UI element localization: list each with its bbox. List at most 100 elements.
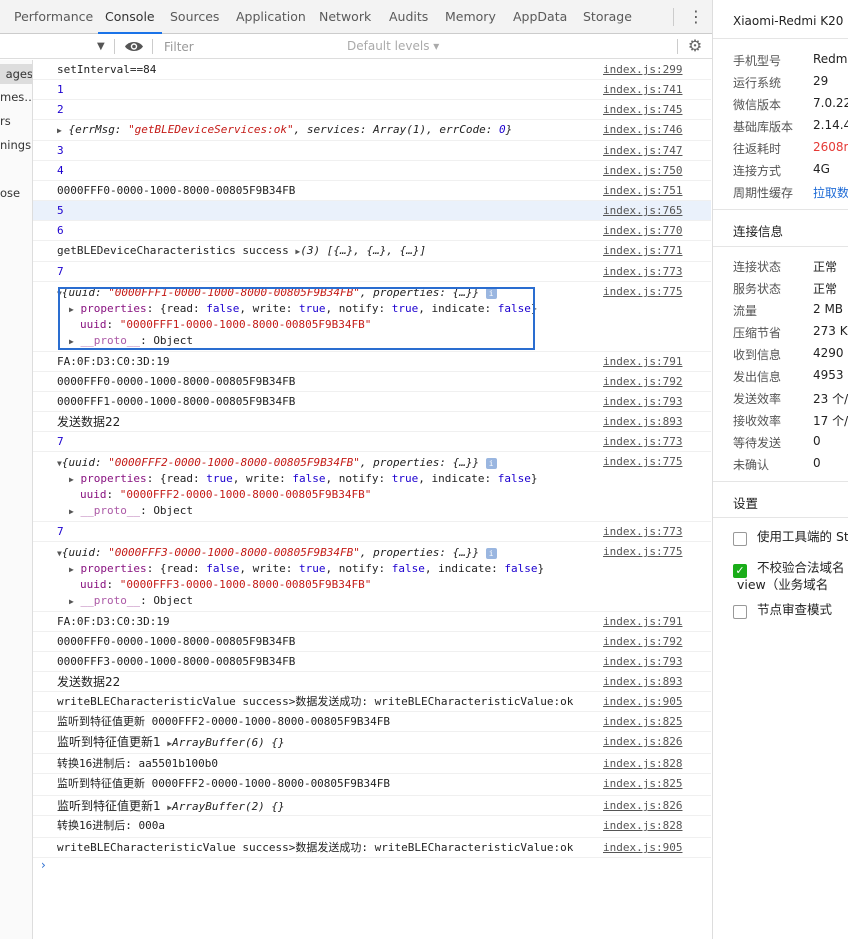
log-row: 0000FFF0-0000-1000-8000-00805F9B34FB ind… <box>33 632 711 652</box>
tab-network[interactable]: Network <box>319 0 371 34</box>
source-link[interactable]: index.js:792 <box>603 632 682 652</box>
source-link[interactable]: index.js:750 <box>603 161 682 181</box>
object-property-uuid: uuid: "0000FFF2-0000-1000-8000-00805F9B3… <box>80 488 372 501</box>
settings-title: 设置 <box>733 496 759 511</box>
tab-application[interactable]: Application <box>236 0 306 34</box>
log-row: 转换16进制后: 000a index.js:828 <box>33 816 711 838</box>
source-link[interactable]: index.js:773 <box>603 522 682 542</box>
gear-icon[interactable]: ⚙ <box>685 36 705 56</box>
context-dropdown-arrow-icon[interactable]: ▼ <box>97 34 105 59</box>
source-link[interactable]: index.js:775 <box>603 282 682 302</box>
log-message: 0000FFF0-0000-1000-8000-00805F9B34FB <box>57 375 296 388</box>
tab-storage[interactable]: Storage <box>583 0 632 34</box>
expand-arrow-icon[interactable]: ▶ <box>69 475 74 484</box>
expand-arrow-icon[interactable]: ▶ <box>69 597 74 606</box>
log-levels-dropdown[interactable]: Default levels ▾ <box>347 34 439 59</box>
log-row: 5 index.js:765 <box>33 201 711 221</box>
source-link[interactable]: index.js:770 <box>603 221 682 241</box>
source-link[interactable]: index.js:745 <box>603 100 682 120</box>
source-link[interactable]: index.js:905 <box>603 838 682 858</box>
devtools-tabbar: Performance Console Sources Application … <box>0 0 712 34</box>
source-link[interactable]: index.js:299 <box>603 60 682 80</box>
log-row: 0000FFF0-0000-1000-8000-00805F9B34FB ind… <box>33 372 711 392</box>
fetch-data-link[interactable]: 拉取数 <box>813 184 848 201</box>
tab-audits[interactable]: Audits <box>389 0 428 34</box>
source-link[interactable]: index.js:826 <box>603 796 682 816</box>
log-object[interactable]: ArrayBuffer(2) {} <box>172 800 285 813</box>
skip-domain-check-checkbox[interactable]: ✓ <box>733 564 747 578</box>
log-message: 0000FFF0-0000-1000-8000-00805F9B34FB <box>57 184 296 197</box>
info-icon: i <box>485 457 497 469</box>
source-link[interactable]: index.js:905 <box>603 692 682 712</box>
eye-icon[interactable] <box>124 40 144 53</box>
source-link[interactable]: index.js:741 <box>603 80 682 100</box>
console-prompt-icon[interactable]: › <box>41 858 46 872</box>
source-link[interactable]: index.js:825 <box>603 712 682 732</box>
node-inspect-mode-checkbox[interactable] <box>733 605 747 619</box>
source-link[interactable]: index.js:828 <box>603 816 682 836</box>
source-link[interactable]: index.js:793 <box>603 392 682 412</box>
source-link[interactable]: index.js:791 <box>603 612 682 632</box>
more-options-icon[interactable]: ⋮ <box>686 0 706 34</box>
source-link[interactable]: index.js:773 <box>603 432 682 452</box>
tab-performance[interactable]: Performance <box>14 0 93 34</box>
source-link[interactable]: index.js:893 <box>603 412 682 432</box>
filter-input[interactable] <box>160 37 340 56</box>
source-link[interactable]: index.js:746 <box>603 120 682 140</box>
log-row: 4 index.js:750 <box>33 161 711 181</box>
expand-arrow-icon[interactable]: ▶ <box>69 565 74 574</box>
log-row: 监听到特征值更新1 ▶ArrayBuffer(6) {} index.js:82… <box>33 732 711 754</box>
object-property-properties[interactable]: ▶ properties: {read: true, write: false,… <box>69 471 538 488</box>
expand-arrow-icon[interactable]: ▶ <box>57 126 62 135</box>
log-object-header[interactable]: ▼{uuid: "0000FFF2-0000-1000-8000-00805F9… <box>57 455 497 472</box>
log-row: 7 index.js:773 <box>33 262 711 282</box>
tab-appdata[interactable]: AppData <box>513 0 567 34</box>
log-object[interactable]: (3) [{…}, {…}, {…}] <box>300 244 426 257</box>
log-object-header[interactable]: ▼{uuid: "0000FFF3-0000-1000-8000-00805F9… <box>57 545 497 562</box>
source-link[interactable]: index.js:792 <box>603 372 682 392</box>
source-link[interactable]: index.js:825 <box>603 774 682 794</box>
sidebar-item-warnings[interactable]: nings <box>0 138 32 152</box>
source-link[interactable]: index.js:826 <box>603 732 682 752</box>
tab-memory[interactable]: Memory <box>445 0 496 34</box>
log-object[interactable]: ArrayBuffer(6) {} <box>172 736 285 749</box>
console-sidebar: ages mes… rs nings ose <box>0 60 33 939</box>
log-message: setInterval==84 <box>57 63 157 76</box>
object-property-proto[interactable]: ▶ __proto__: Object <box>69 503 193 520</box>
source-link[interactable]: index.js:751 <box>603 181 682 201</box>
source-link[interactable]: index.js:773 <box>603 262 682 282</box>
source-link[interactable]: index.js:828 <box>603 754 682 774</box>
tab-console[interactable]: Console <box>98 0 162 34</box>
log-message: 1 <box>57 83 64 96</box>
object-property-properties[interactable]: ▶ properties: {read: false, write: true,… <box>69 561 544 578</box>
source-link[interactable]: index.js:893 <box>603 672 682 692</box>
tab-sources[interactable]: Sources <box>170 0 219 34</box>
log-row: 0000FFF1-0000-1000-8000-00805F9B34FB ind… <box>33 392 711 412</box>
use-tool-storage-checkbox[interactable] <box>733 532 747 546</box>
expand-arrow-icon[interactable]: ▶ <box>69 507 74 516</box>
tab-divider <box>673 8 674 26</box>
source-link[interactable]: index.js:771 <box>603 241 682 261</box>
source-link[interactable]: index.js:775 <box>603 452 682 472</box>
sidebar-item-verbose[interactable]: ose <box>0 186 32 200</box>
sidebar-item-errors[interactable]: rs <box>0 114 32 128</box>
log-row: 发送数据22 index.js:893 <box>33 672 711 692</box>
log-message: 7 <box>57 435 64 448</box>
object-property-proto[interactable]: ▶ __proto__: Object <box>69 593 193 610</box>
source-link[interactable]: index.js:765 <box>603 201 682 221</box>
console-toolbar: ▼ Default levels ▾ ⚙ <box>0 34 712 59</box>
source-link[interactable]: index.js:793 <box>603 652 682 672</box>
log-message: 转换16进制后: 000a <box>57 819 165 832</box>
log-object[interactable]: ▶ {errMsg: "getBLEDeviceServices:ok", se… <box>57 120 512 141</box>
device-title: Xiaomi-Redmi K20 Pr <box>733 14 848 28</box>
log-row: ▶ {errMsg: "getBLEDeviceServices:ok", se… <box>33 120 711 141</box>
source-link[interactable]: index.js:747 <box>603 141 682 161</box>
log-message: writeBLECharacteristicValue success>数据发送… <box>57 841 574 854</box>
device-info-panel: Xiaomi-Redmi K20 Pr 手机型号 Redmi 运行系统 29 微信版… <box>712 0 848 939</box>
sidebar-item-messages[interactable]: ages <box>0 64 32 84</box>
sidebar-item-user-messages[interactable]: mes… <box>0 90 32 104</box>
source-link[interactable]: index.js:775 <box>603 542 682 562</box>
log-row: 0000FFF3-0000-1000-8000-00805F9B34FB ind… <box>33 652 711 672</box>
log-row: getBLEDeviceCharacteristics success ▶(3)… <box>33 241 711 262</box>
source-link[interactable]: index.js:791 <box>603 352 682 372</box>
